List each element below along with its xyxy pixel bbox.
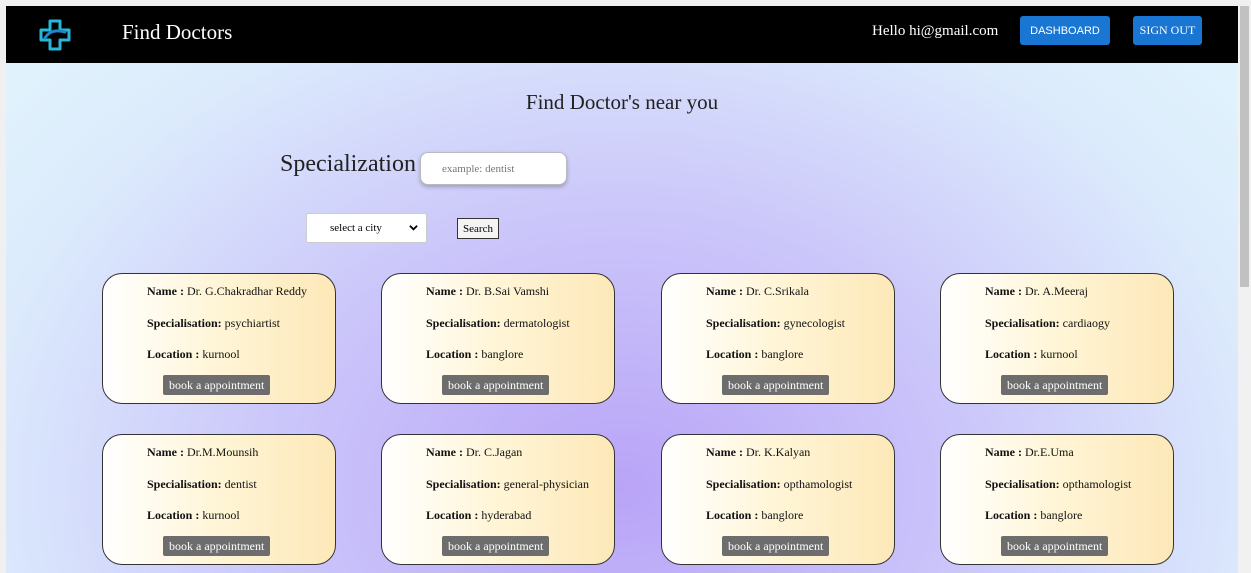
user-greeting: Hello hi@gmail.com	[872, 23, 999, 39]
doctor-card: Name : Dr. A.Meeraj Specialisation: card…	[940, 273, 1174, 404]
doctor-name: Dr. A.Meeraj	[1024, 284, 1088, 298]
doctor-location: banglore	[481, 347, 524, 361]
doctor-name: Dr. C.Jagan	[465, 445, 523, 459]
doctor-location-row: Location : banglore	[426, 347, 524, 361]
doctor-specialisation-row: Specialisation: cardiaogy	[985, 316, 1110, 330]
doctor-name: Dr. C.Srikala	[745, 284, 809, 298]
doctor-card: Name : Dr. K.Kalyan Specialisation: opth…	[661, 434, 895, 565]
doctor-location: kurnool	[202, 347, 240, 361]
book-appointment-button[interactable]: book a appointment	[722, 375, 830, 395]
chevron-down-icon	[409, 225, 418, 231]
doctor-name: Dr. G.Chakradhar Reddy	[186, 284, 307, 298]
doctor-name: Dr. K.Kalyan	[745, 445, 811, 459]
doctor-location-row: Location : banglore	[706, 347, 804, 361]
doctor-card: Name : Dr. G.Chakradhar Reddy Specialisa…	[102, 273, 336, 404]
book-appointment-button[interactable]: book a appointment	[1001, 536, 1109, 556]
doctor-location-row: Location : hyderabad	[426, 508, 532, 522]
book-appointment-button[interactable]: book a appointment	[163, 375, 271, 395]
city-select-value: select a city	[330, 222, 382, 234]
doctor-specialisation: general-physician	[503, 477, 589, 491]
doctor-location-row: Location : kurnool	[147, 508, 240, 522]
sign-out-button[interactable]: SIGN OUT	[1133, 16, 1202, 45]
doctor-name-row: Name : Dr. C.Srikala	[706, 284, 809, 298]
doctor-name-row: Name : Dr. G.Chakradhar Reddy	[147, 284, 307, 298]
doctor-specialisation-row: Specialisation: psychiartist	[147, 316, 280, 330]
doctor-location: hyderabad	[481, 508, 532, 522]
doctor-location-row: Location : banglore	[706, 508, 804, 522]
page-title: Find Doctor's near you	[525, 90, 719, 114]
scrollbar-thumb[interactable]	[1240, 6, 1249, 287]
doctor-name-row: Name : Dr.E.Uma	[985, 445, 1074, 459]
doctor-location: kurnool	[202, 508, 240, 522]
doctor-card: Name : Dr.M.Mounsih Specialisation: dent…	[102, 434, 336, 565]
doctor-location-row: Location : kurnool	[147, 347, 240, 361]
doctor-name-row: Name : Dr. A.Meeraj	[985, 284, 1088, 298]
specialization-input[interactable]	[420, 152, 567, 185]
doctor-name: Dr.E.Uma	[1024, 445, 1074, 459]
dashboard-button[interactable]: DASHBOARD	[1020, 16, 1110, 45]
app-frame: Find Doctors Hello hi@gmail.com DASHBOAR…	[6, 6, 1238, 573]
book-appointment-button[interactable]: book a appointment	[442, 375, 550, 395]
brand-title[interactable]: Find Doctors	[122, 20, 232, 45]
specialization-label: Specialization	[280, 151, 416, 177]
doctor-location: kurnool	[1040, 347, 1078, 361]
doctor-card: Name : Dr. B.Sai Vamshi Specialisation: …	[381, 273, 615, 404]
city-select[interactable]: select a city	[306, 213, 427, 243]
doctor-card: Name : Dr. C.Jagan Specialisation: gener…	[381, 434, 615, 565]
doctor-card: Name : Dr.E.Uma Specialisation: opthamol…	[940, 434, 1174, 565]
doctor-location-row: Location : banglore	[985, 508, 1083, 522]
doctor-name-row: Name : Dr. C.Jagan	[426, 445, 523, 459]
doctor-specialisation-row: Specialisation: opthamologist	[985, 477, 1132, 491]
doctor-name: Dr.M.Mounsih	[186, 445, 259, 459]
doctor-card: Name : Dr. C.Srikala Specialisation: gyn…	[661, 273, 895, 404]
search-button[interactable]: Search	[457, 218, 499, 239]
doctor-location-row: Location : kurnool	[985, 347, 1078, 361]
doctor-name-row: Name : Dr. B.Sai Vamshi	[426, 284, 550, 298]
navbar: Find Doctors Hello hi@gmail.com DASHBOAR…	[6, 6, 1238, 63]
book-appointment-button[interactable]: book a appointment	[1001, 375, 1109, 395]
doctor-specialisation: dentist	[224, 477, 257, 491]
doctor-specialisation: psychiartist	[224, 316, 280, 330]
book-appointment-button[interactable]: book a appointment	[163, 536, 271, 556]
doctor-name-row: Name : Dr.M.Mounsih	[147, 445, 259, 459]
page-scrollbar[interactable]	[1238, 6, 1251, 573]
doctor-specialisation: dermatologist	[503, 316, 570, 330]
doctor-name-row: Name : Dr. K.Kalyan	[706, 445, 811, 459]
doctor-location: banglore	[1040, 508, 1083, 522]
doctor-specialisation: gynecologist	[783, 316, 845, 330]
book-appointment-button[interactable]: book a appointment	[442, 536, 550, 556]
doctor-specialisation-row: Specialisation: dermatologist	[426, 316, 570, 330]
doctor-name: Dr. B.Sai Vamshi	[465, 284, 550, 298]
doctor-specialisation-row: Specialisation: dentist	[147, 477, 257, 491]
doctor-specialisation: cardiaogy	[1062, 316, 1110, 330]
doctor-specialisation: opthamologist	[783, 477, 853, 491]
doctor-location: banglore	[761, 508, 804, 522]
doctor-specialisation-row: Specialisation: general-physician	[426, 477, 589, 491]
medical-cross-icon[interactable]	[38, 18, 72, 52]
doctor-location: banglore	[761, 347, 804, 361]
book-appointment-button[interactable]: book a appointment	[722, 536, 830, 556]
doctor-specialisation-row: Specialisation: opthamologist	[706, 477, 853, 491]
doctor-specialisation-row: Specialisation: gynecologist	[706, 316, 845, 330]
doctor-specialisation: opthamologist	[1062, 477, 1132, 491]
